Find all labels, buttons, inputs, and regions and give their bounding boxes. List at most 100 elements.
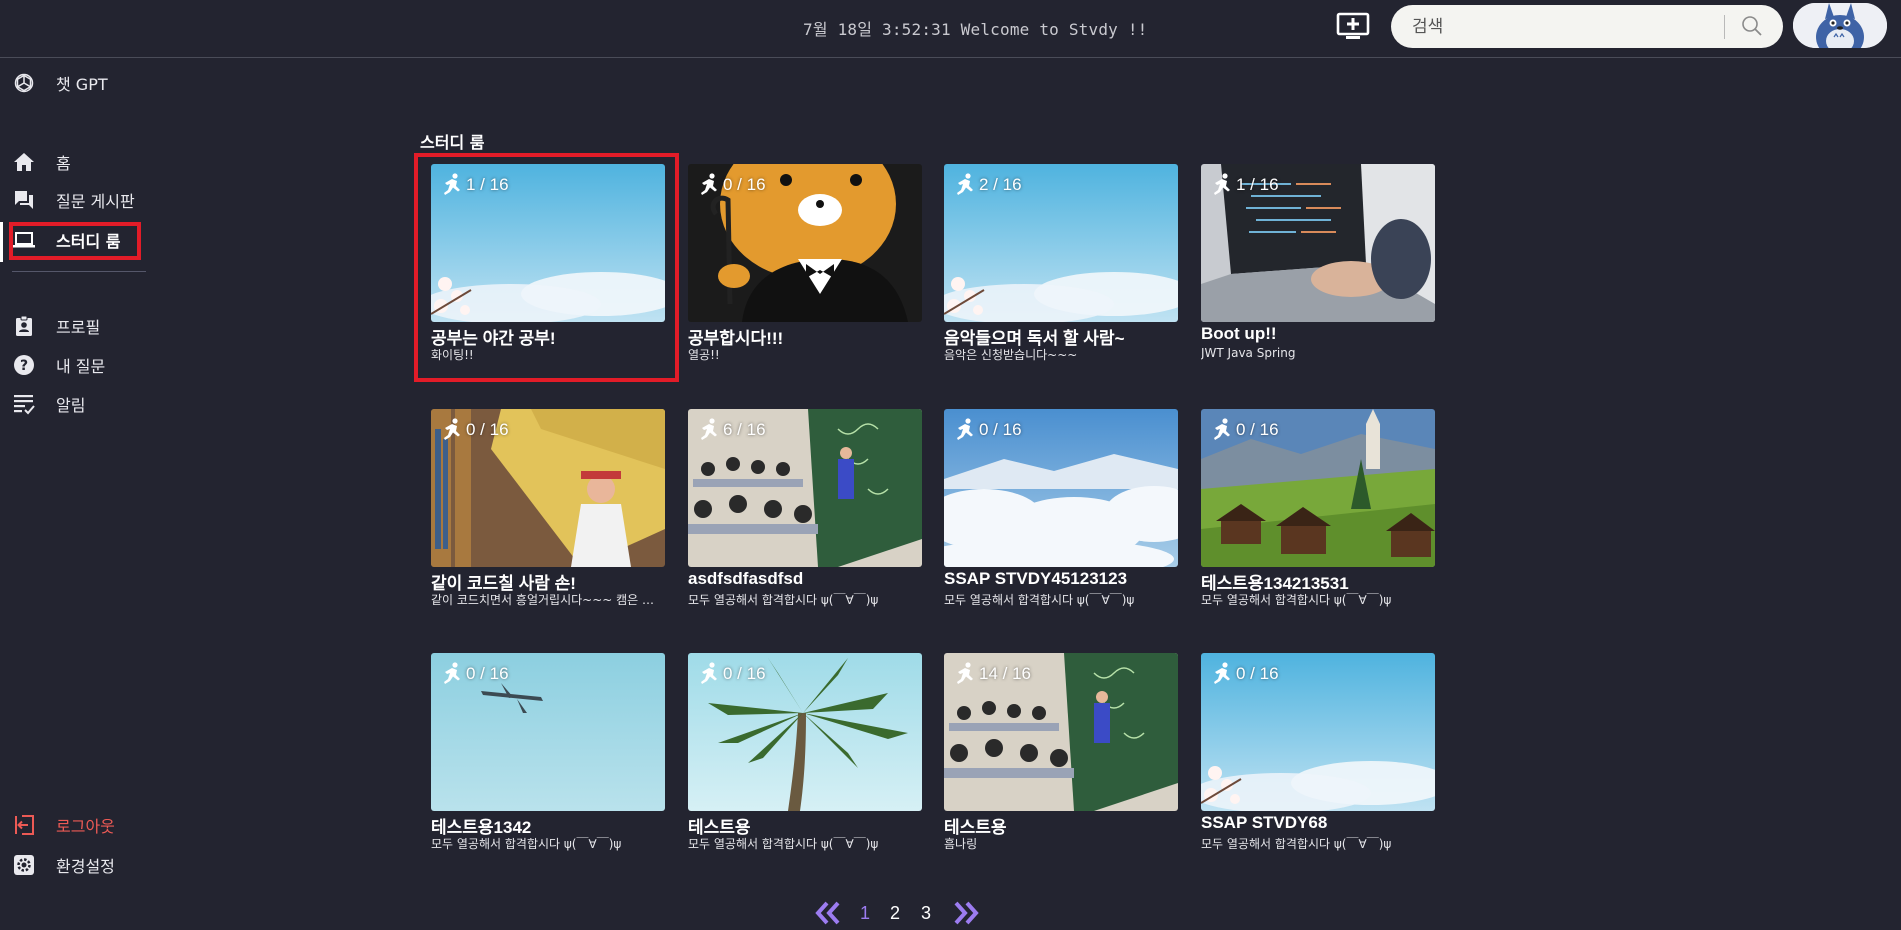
- sidebar-item-notifications[interactable]: 알림: [12, 389, 85, 419]
- occupancy-badge: 6 / 16: [698, 418, 766, 442]
- sidebar-item-label: 내 질문: [56, 357, 106, 376]
- sidebar-item-label: 챗 GPT: [56, 75, 108, 94]
- room-description: 모두 열공해서 합격합시다 ψ(￣∀￣)ψ: [431, 837, 622, 851]
- profile-icon: [12, 314, 36, 338]
- study-room-card[interactable]: 0 / 16 SSAP STVDY68 모두 열공해서 합격합시다 ψ(￣∀￣)…: [1201, 653, 1435, 853]
- occupancy-text: 0 / 16: [979, 420, 1022, 439]
- occupancy-badge: 0 / 16: [1211, 418, 1279, 442]
- openai-icon: [12, 71, 36, 95]
- sidebar-item-label: 알림: [56, 396, 86, 415]
- sidebar-divider: [12, 271, 146, 272]
- sidebar-item-label: 스터디 룸: [56, 232, 121, 251]
- study-room-card[interactable]: 0 / 16 테스트용134213531 모두 열공해서 합격합시다 ψ(￣∀￣…: [1201, 409, 1435, 609]
- room-description: 열공!!: [688, 348, 720, 362]
- study-room-card[interactable]: 6 / 16 asdfsdfasdfsd 모두 열공해서 합격합시다 ψ(￣∀￣…: [688, 409, 922, 609]
- sidebar-item-chatgpt[interactable]: 챗 GPT: [12, 68, 108, 98]
- study-room-card[interactable]: 0 / 16 테스트용 모두 열공해서 합격합시다 ψ(￣∀￣)ψ: [688, 653, 922, 853]
- runner-icon: [701, 662, 717, 684]
- study-room-card[interactable]: 0 / 16 공부합시다!!! 열공!!: [688, 164, 922, 364]
- runner-icon: [1214, 662, 1230, 684]
- search-divider: [1724, 15, 1725, 39]
- study-room-card[interactable]: 14 / 16 테스트용 흠나링: [944, 653, 1178, 853]
- study-room-card[interactable]: 0 / 16 SSAP STVDY45123123 모두 열공해서 합격합시다 …: [944, 409, 1178, 609]
- occupancy-badge: 0 / 16: [954, 418, 1022, 442]
- room-description: 모두 열공해서 합격합시다 ψ(￣∀￣)ψ: [688, 837, 879, 851]
- runner-icon: [957, 418, 973, 440]
- logout-icon: [12, 813, 36, 837]
- add-screen-icon[interactable]: [1336, 12, 1370, 42]
- page-number[interactable]: 2: [890, 903, 900, 924]
- room-description: JWT Java Spring: [1201, 346, 1296, 360]
- occupancy-text: 0 / 16: [1236, 420, 1279, 439]
- study-room-card[interactable]: 0 / 16 테스트용1342 모두 열공해서 합격합시다 ψ(￣∀￣)ψ: [431, 653, 665, 853]
- double-chevron-right-icon[interactable]: [952, 900, 980, 926]
- study-room-card[interactable]: 1 / 16 Boot up!! JWT Java Spring: [1201, 164, 1435, 364]
- runner-icon: [1214, 173, 1230, 195]
- occupancy-badge: 1 / 16: [1211, 173, 1279, 197]
- occupancy-badge: 14 / 16: [954, 662, 1031, 686]
- page-number[interactable]: 3: [921, 903, 931, 924]
- active-indicator: [0, 222, 3, 262]
- study-room-card[interactable]: 1 / 16 공부는 야간 공부! 화이팅!!: [431, 164, 665, 364]
- occupancy-badge: 1 / 16: [441, 173, 509, 197]
- sidebar-item-settings[interactable]: 환경설정: [12, 850, 115, 880]
- home-icon: [12, 150, 36, 174]
- room-description: 음악은 신청받습니다~~~: [944, 348, 1078, 362]
- notification-list-icon: [12, 392, 36, 416]
- room-description: 흠나링: [944, 837, 978, 851]
- room-title: asdfsdfasdfsd: [688, 569, 804, 588]
- occupancy-text: 6 / 16: [723, 420, 766, 439]
- occupancy-text: 0 / 16: [1236, 664, 1279, 683]
- double-chevron-left-icon[interactable]: [814, 900, 842, 926]
- occupancy-badge: 2 / 16: [954, 173, 1022, 197]
- runner-icon: [444, 173, 460, 195]
- room-description: 모두 열공해서 합격합시다 ψ(￣∀￣)ψ: [1201, 593, 1392, 607]
- search-icon[interactable]: [1741, 15, 1763, 37]
- runner-icon: [444, 418, 460, 440]
- settings-icon: [12, 853, 36, 877]
- room-description: 모두 열공해서 합격합시다 ψ(￣∀￣)ψ: [688, 593, 879, 607]
- sidebar-item-logout[interactable]: 로그아웃: [12, 810, 115, 840]
- occupancy-text: 1 / 16: [466, 175, 509, 194]
- runner-icon: [444, 662, 460, 684]
- avatar[interactable]: [1793, 3, 1887, 48]
- occupancy-badge: 0 / 16: [441, 662, 509, 686]
- top-bar: 7월 18일 3:52:31 Welcome to Stvdy !!: [0, 0, 1901, 58]
- search-input[interactable]: [1410, 11, 1744, 43]
- occupancy-text: 0 / 16: [466, 664, 509, 683]
- room-description: 같이 코드치면서 흥얼거립시다~~~ 캠은 필수!: [431, 593, 665, 607]
- room-title: Boot up!!: [1201, 324, 1277, 343]
- runner-icon: [701, 173, 717, 195]
- sidebar-item-profile[interactable]: 프로필: [12, 311, 100, 341]
- occupancy-text: 1 / 16: [1236, 175, 1279, 194]
- runner-icon: [701, 418, 717, 440]
- clock-welcome-text: 7월 18일 3:52:31 Welcome to Stvdy !!: [803, 20, 1148, 39]
- occupancy-badge: 0 / 16: [698, 662, 766, 686]
- study-room-card[interactable]: 2 / 16 음악들으며 독서 할 사람~ 음악은 신청받습니다~~~: [944, 164, 1178, 364]
- sidebar-item-home[interactable]: 홈: [12, 147, 71, 177]
- study-room-card[interactable]: 0 / 16 같이 코드칠 사람 손! 같이 코드치면서 흥얼거립시다~~~ 캠…: [431, 409, 665, 609]
- room-title: SSAP STVDY68: [1201, 813, 1328, 832]
- occupancy-badge: 0 / 16: [441, 418, 509, 442]
- page-number-current[interactable]: 1: [860, 903, 870, 924]
- sidebar-item-my-questions[interactable]: ? 내 질문: [12, 350, 105, 380]
- section-title: 스터디 룸: [420, 133, 485, 152]
- room-description: 모두 열공해서 합격합시다 ψ(￣∀￣)ψ: [944, 593, 1135, 607]
- occupancy-text: 14 / 16: [979, 664, 1031, 683]
- sidebar-item-label: 프로필: [56, 318, 101, 337]
- room-description: 화이팅!!: [431, 348, 474, 362]
- runner-icon: [957, 662, 973, 684]
- forum-icon: [12, 188, 36, 212]
- room-title: SSAP STVDY45123123: [944, 569, 1128, 588]
- occupancy-text: 0 / 16: [723, 664, 766, 683]
- runner-icon: [1214, 418, 1230, 440]
- help-icon: ?: [12, 353, 36, 377]
- search-bar: [1391, 5, 1783, 48]
- occupancy-badge: 0 / 16: [698, 173, 766, 197]
- sidebar-item-label: 환경설정: [56, 857, 115, 876]
- sidebar-item-label: 질문 게시판: [56, 192, 135, 211]
- sidebar-item-study-room[interactable]: 스터디 룸: [12, 225, 120, 255]
- occupancy-text: 0 / 16: [466, 420, 509, 439]
- laptop-icon: [12, 228, 36, 252]
- sidebar-item-forum[interactable]: 질문 게시판: [12, 185, 135, 215]
